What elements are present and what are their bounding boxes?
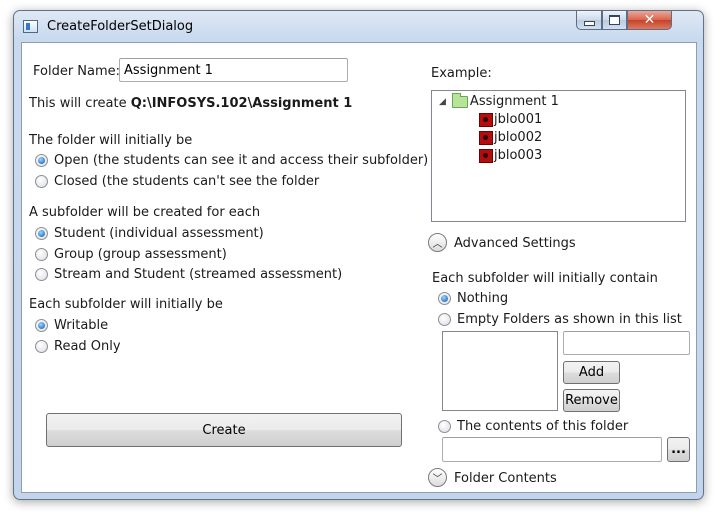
tree-child-item[interactable]: jblo002 bbox=[479, 130, 542, 145]
minimize-button[interactable] bbox=[576, 10, 602, 30]
folder-contents-expander[interactable]: ﹀ bbox=[428, 468, 447, 487]
tree-child-label: jblo003 bbox=[494, 148, 543, 163]
chevron-down-icon: ﹀ bbox=[432, 474, 443, 485]
radio-empty-folders[interactable]: Empty Folders as shown in this list bbox=[438, 312, 682, 327]
tree-root-label: Assignment 1 bbox=[469, 94, 559, 109]
app-icon bbox=[23, 20, 38, 33]
radio-folder-contents-indicator[interactable] bbox=[438, 420, 451, 433]
radio-student-label: Student (individual assessment) bbox=[54, 226, 264, 241]
permission-heading: Each subfolder will initially be bbox=[29, 297, 223, 312]
radio-group-indicator[interactable] bbox=[35, 248, 48, 261]
add-button[interactable]: Add bbox=[563, 361, 620, 384]
create-path-text: This will create Q:\INFOSYS.102\Assignme… bbox=[29, 96, 352, 111]
radio-group-label: Group (group assessment) bbox=[54, 247, 227, 262]
user-folder-icon bbox=[479, 130, 493, 145]
radio-stream-student[interactable]: Stream and Student (streamed assessment) bbox=[35, 267, 342, 282]
folder-name-input[interactable] bbox=[119, 58, 348, 82]
radio-stream-student-indicator[interactable] bbox=[35, 268, 48, 281]
maximize-button[interactable] bbox=[602, 10, 627, 30]
radio-writable[interactable]: Writable bbox=[35, 318, 108, 333]
advanced-settings-expander[interactable]: ︿ bbox=[428, 233, 447, 252]
radio-closed-label: Closed (the students can't see the folde… bbox=[54, 174, 320, 189]
radio-folder-contents-label: The contents of this folder bbox=[457, 419, 629, 434]
advanced-settings-label[interactable]: Advanced Settings bbox=[454, 236, 576, 251]
remove-button[interactable]: Remove bbox=[563, 389, 620, 412]
create-path-prefix: This will create bbox=[29, 96, 131, 111]
radio-nothing-indicator[interactable] bbox=[438, 292, 451, 305]
radio-open-indicator[interactable] bbox=[35, 154, 48, 167]
tree-child-item[interactable]: jblo003 bbox=[479, 148, 542, 163]
user-folder-icon bbox=[479, 148, 493, 163]
close-icon: ✕ bbox=[643, 12, 656, 28]
radio-student-indicator[interactable] bbox=[35, 227, 48, 240]
radio-read-only-indicator[interactable] bbox=[35, 340, 48, 353]
radio-closed-indicator[interactable] bbox=[35, 175, 48, 188]
visibility-heading: The folder will initially be bbox=[29, 133, 193, 148]
maximize-icon bbox=[609, 15, 620, 25]
contents-heading: Each subfolder will initially contain bbox=[432, 271, 658, 286]
radio-open-label: Open (the students can see it and access… bbox=[54, 153, 429, 168]
close-button[interactable]: ✕ bbox=[627, 10, 672, 30]
radio-empty-folders-label: Empty Folders as shown in this list bbox=[457, 312, 682, 327]
tree-child-label: jblo002 bbox=[494, 130, 543, 145]
contents-folder-input[interactable] bbox=[442, 437, 662, 462]
subfolder-type-heading: A subfolder will be created for each bbox=[29, 205, 261, 220]
user-folder-icon bbox=[479, 112, 493, 127]
create-button[interactable]: Create bbox=[46, 413, 402, 447]
folder-contents-label[interactable]: Folder Contents bbox=[454, 471, 557, 486]
radio-closed[interactable]: Closed (the students can't see the folde… bbox=[35, 174, 319, 189]
empty-folders-list[interactable] bbox=[442, 331, 558, 411]
folder-name-label: Folder Name: bbox=[33, 64, 121, 79]
chevron-up-icon: ︿ bbox=[432, 239, 443, 250]
tree-root-item[interactable]: ◢ Assignment 1 bbox=[439, 92, 559, 109]
radio-group[interactable]: Group (group assessment) bbox=[35, 247, 227, 262]
minimize-icon bbox=[583, 20, 595, 26]
browse-button[interactable]: ... bbox=[667, 437, 690, 462]
radio-writable-indicator[interactable] bbox=[35, 319, 48, 332]
create-path-value: Q:\INFOSYS.102\Assignment 1 bbox=[130, 96, 353, 111]
radio-nothing-label: Nothing bbox=[457, 291, 509, 306]
new-folder-input[interactable] bbox=[563, 331, 690, 355]
radio-open[interactable]: Open (the students can see it and access… bbox=[35, 153, 428, 168]
radio-folder-contents[interactable]: The contents of this folder bbox=[438, 419, 628, 434]
radio-stream-student-label: Stream and Student (streamed assessment) bbox=[54, 267, 343, 282]
radio-nothing[interactable]: Nothing bbox=[438, 291, 508, 306]
radio-read-only-label: Read Only bbox=[54, 339, 121, 354]
collapse-arrow-icon[interactable]: ◢ bbox=[439, 97, 446, 107]
radio-student[interactable]: Student (individual assessment) bbox=[35, 226, 264, 241]
tree-child-item[interactable]: jblo001 bbox=[479, 112, 542, 127]
folder-icon bbox=[451, 92, 468, 108]
example-label: Example: bbox=[431, 66, 492, 81]
example-tree[interactable]: ◢ Assignment 1 jblo001 jblo002 jblo003 bbox=[431, 90, 686, 222]
window-title: CreateFolderSetDialog bbox=[47, 19, 194, 34]
radio-writable-label: Writable bbox=[54, 318, 109, 333]
radio-read-only[interactable]: Read Only bbox=[35, 339, 121, 354]
radio-empty-folders-indicator[interactable] bbox=[438, 313, 451, 326]
tree-child-label: jblo001 bbox=[494, 112, 543, 127]
